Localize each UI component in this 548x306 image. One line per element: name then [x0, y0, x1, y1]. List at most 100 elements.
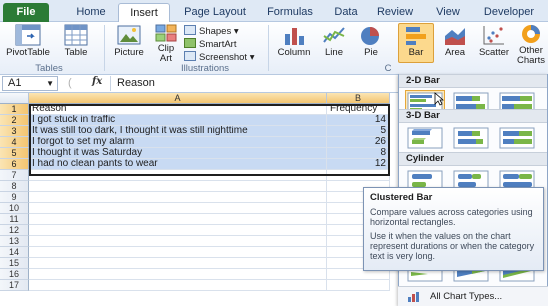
row-header[interactable]: 17: [0, 280, 29, 291]
table-icon: [64, 24, 88, 46]
charts-group-label: C: [384, 63, 392, 74]
tab-page-layout[interactable]: Page Layout: [174, 3, 256, 22]
cell-frequency[interactable]: [327, 280, 390, 291]
row-header[interactable]: 11: [0, 214, 29, 225]
area-chart-icon: [445, 28, 465, 45]
cell-reason[interactable]: [29, 225, 327, 236]
row-header[interactable]: 2: [0, 115, 29, 126]
table-label: Table: [64, 47, 88, 58]
name-box[interactable]: A1 ▼: [2, 76, 58, 91]
bar-chart-icon: [406, 27, 426, 45]
formula-input[interactable]: Reason: [110, 76, 390, 91]
section-2d-bar: 2-D Bar: [399, 74, 547, 88]
cell-reason[interactable]: [29, 192, 327, 203]
picture-button[interactable]: Picture: [110, 24, 148, 58]
cell-reason[interactable]: [29, 247, 327, 258]
formula-circle-icon: (: [68, 77, 72, 89]
row-header[interactable]: 15: [0, 258, 29, 269]
cell-reason[interactable]: [29, 181, 327, 192]
shapes-icon: [184, 25, 196, 35]
column-header-a[interactable]: A: [29, 93, 327, 104]
row-header[interactable]: 7: [0, 170, 29, 181]
cell-reason[interactable]: [29, 236, 327, 247]
cell-reason[interactable]: [29, 258, 327, 269]
area-chart-button[interactable]: Area: [438, 24, 472, 58]
clipart-button[interactable]: Clip Art: [151, 24, 181, 64]
row-header[interactable]: 10: [0, 203, 29, 214]
table-button[interactable]: Table: [60, 24, 92, 58]
tab-formulas[interactable]: Formulas: [258, 3, 322, 22]
screenshot-label: Screenshot ▾: [199, 52, 255, 63]
scatter-chart-button[interactable]: Scatter: [476, 24, 512, 58]
other-charts-button[interactable]: Other Charts: [514, 24, 548, 66]
picture-icon: [117, 25, 141, 45]
group-divider: [268, 25, 269, 71]
cell-frequency[interactable]: 12: [327, 159, 390, 170]
tooltip-description: Compare values across categories using h…: [370, 207, 533, 227]
cell-reason[interactable]: I forgot to set my alarm: [29, 137, 327, 148]
fx-icon[interactable]: fx: [92, 76, 102, 87]
3d-clustered-bar-option[interactable]: [405, 125, 445, 151]
row-header[interactable]: 13: [0, 236, 29, 247]
header-cell-reason[interactable]: Reason: [29, 104, 327, 115]
select-all-corner[interactable]: [0, 93, 29, 104]
row-header[interactable]: 14: [0, 247, 29, 258]
3d-stacked-bar-option[interactable]: [451, 125, 491, 151]
tab-developer[interactable]: Developer: [476, 3, 542, 22]
pie-chart-button[interactable]: Pie: [356, 24, 386, 58]
tab-home[interactable]: Home: [66, 3, 116, 22]
all-chart-types-button[interactable]: All Chart Types...: [398, 286, 548, 306]
line-chart-button[interactable]: Line: [318, 24, 350, 58]
smartart-button[interactable]: SmartArt: [184, 38, 236, 51]
cell-frequency[interactable]: 8: [327, 148, 390, 159]
3d-100-stacked-bar-option[interactable]: [497, 125, 537, 151]
cell-frequency[interactable]: 5: [327, 126, 390, 137]
smartart-icon: [184, 38, 196, 48]
ribbon-tab-bar: File Home Insert Page Layout Formulas Da…: [0, 0, 548, 22]
cell-frequency[interactable]: 26: [327, 137, 390, 148]
row-header[interactable]: 8: [0, 181, 29, 192]
cell-reason[interactable]: It was still too dark, I thought it was …: [29, 126, 327, 137]
column-chart-button[interactable]: Column: [274, 24, 314, 58]
row-header[interactable]: 16: [0, 269, 29, 280]
area-label: Area: [444, 47, 466, 58]
pivottable-button[interactable]: PivotTable: [4, 24, 52, 58]
row-header[interactable]: 9: [0, 192, 29, 203]
cell-frequency[interactable]: [327, 170, 390, 181]
3d-100-stacked-bar-icon: [499, 127, 535, 149]
row-header[interactable]: 4: [0, 137, 29, 148]
tab-view[interactable]: View: [428, 3, 468, 22]
scatter-label: Scatter: [478, 47, 510, 58]
row-header[interactable]: 3: [0, 126, 29, 137]
row-header[interactable]: 1: [0, 104, 29, 115]
bar-chart-button[interactable]: Bar: [398, 23, 434, 63]
cell-reason[interactable]: [29, 170, 327, 181]
3d-clustered-bar-icon: [407, 127, 443, 149]
cell-frequency[interactable]: 14: [327, 115, 390, 126]
cell-reason[interactable]: I thought it was Saturday: [29, 148, 327, 159]
all-chart-types-label: All Chart Types...: [430, 291, 503, 302]
cell-reason[interactable]: [29, 269, 327, 280]
tab-review[interactable]: Review: [370, 3, 420, 22]
shapes-button[interactable]: Shapes ▾: [184, 25, 239, 38]
cell-reason[interactable]: I had no clean pants to wear: [29, 159, 327, 170]
cell-reason[interactable]: I got stuck in traffic: [29, 115, 327, 126]
cell-reason[interactable]: [29, 280, 327, 291]
pie-label: Pie: [364, 47, 378, 58]
tab-file[interactable]: File: [3, 3, 49, 22]
row-header[interactable]: 12: [0, 225, 29, 236]
section-3d-bar: 3-D Bar: [399, 109, 547, 123]
column-header-b[interactable]: B: [327, 93, 390, 104]
line-chart-icon: [323, 27, 345, 43]
header-cell-frequency[interactable]: Frequency: [327, 104, 390, 115]
row-header[interactable]: 5: [0, 148, 29, 159]
column-label: Column: [277, 47, 311, 58]
line-label: Line: [325, 47, 343, 58]
tab-data[interactable]: Data: [326, 3, 366, 22]
tab-insert[interactable]: Insert: [118, 3, 170, 22]
pivottable-icon: [15, 24, 41, 46]
3d-stacked-bar-icon: [453, 127, 489, 149]
cell-reason[interactable]: [29, 203, 327, 214]
row-header[interactable]: 6: [0, 159, 29, 170]
cell-reason[interactable]: [29, 214, 327, 225]
